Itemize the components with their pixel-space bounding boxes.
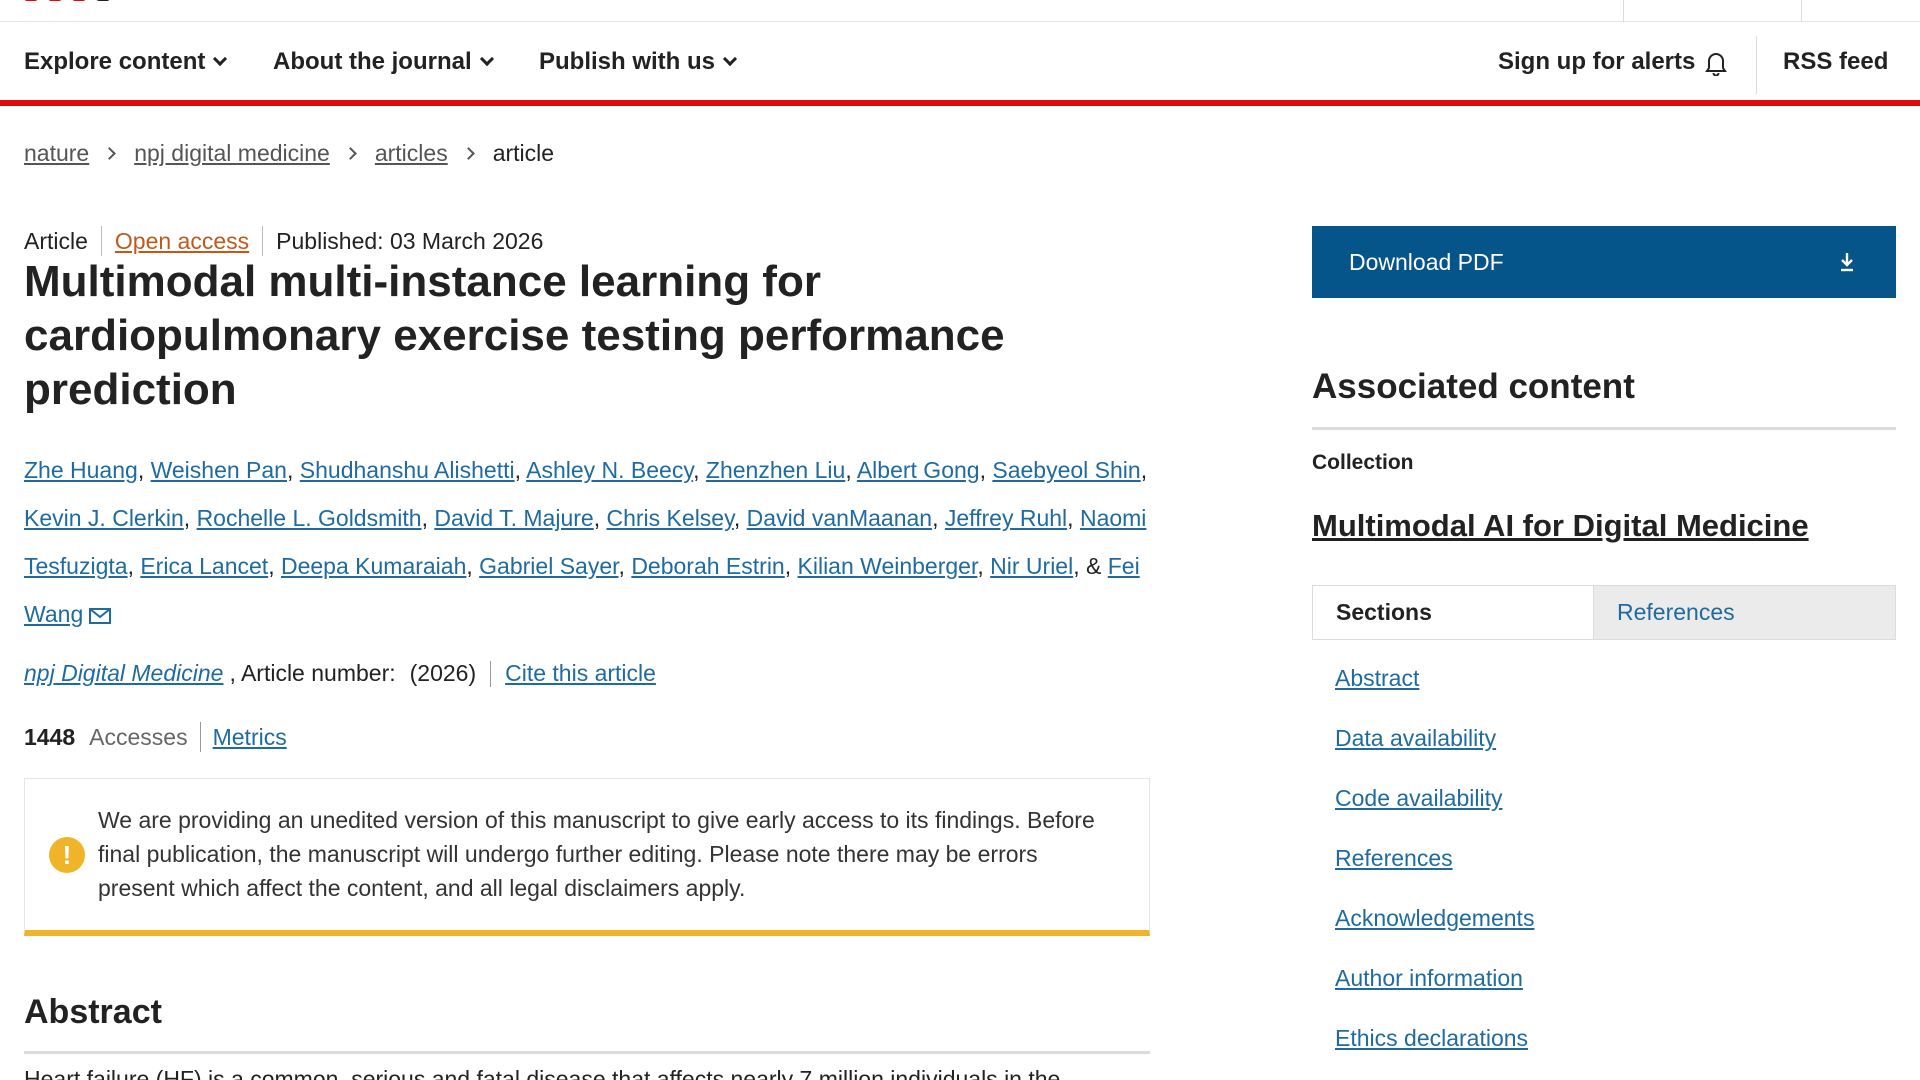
header-divider: [1623, 0, 1624, 22]
author-link[interactable]: Deepa Kumaraiah: [281, 553, 466, 579]
top-header-strip: [0, 0, 1920, 22]
download-pdf-label: Download PDF: [1349, 248, 1504, 275]
author-link[interactable]: Shudhanshu Alishetti: [300, 457, 515, 483]
associated-content-heading: Associated content: [1312, 367, 1635, 406]
author-link[interactable]: Ashley N. Beecy: [526, 457, 693, 483]
list-item: Acknowledgements: [1335, 905, 1534, 965]
meta-divider: [262, 226, 264, 256]
tab-sections[interactable]: Sections: [1313, 586, 1594, 639]
breadcrumb: nature npj digital medicine articles art…: [24, 140, 554, 167]
author-ampersand: &: [1086, 553, 1102, 579]
nav-publish-with-us[interactable]: Publish with us: [539, 48, 738, 76]
author-link[interactable]: Jeffrey Ruhl: [945, 505, 1067, 531]
open-access-link[interactable]: Open access: [115, 228, 249, 255]
section-link-data-availability[interactable]: Data availability: [1335, 725, 1496, 751]
sidebar-tabs: Sections References: [1312, 585, 1896, 640]
author-link[interactable]: Weishen Pan: [151, 457, 287, 483]
author-link[interactable]: Erica Lancet: [140, 553, 268, 579]
nav-explore-content-label: Explore content: [24, 48, 206, 75]
author-link[interactable]: Gabriel Sayer: [479, 553, 618, 579]
accesses-count: 1448: [24, 723, 76, 750]
download-icon: [1838, 250, 1856, 274]
abstract-text: Heart failure (HF) is a common, serious …: [24, 1066, 1061, 1080]
section-link-abstract[interactable]: Abstract: [1335, 665, 1419, 691]
rss-feed-label: RSS feed: [1783, 48, 1889, 75]
article-meta: Article Open access Published: 03 March …: [24, 226, 543, 256]
author-link[interactable]: Saebyeol Shin: [992, 457, 1140, 483]
author-link[interactable]: Kilian Weinberger: [798, 553, 978, 579]
list-item: Code availability: [1335, 785, 1534, 845]
bell-icon: [1705, 50, 1728, 77]
author-link[interactable]: Nir Uriel: [990, 553, 1073, 579]
list-item: Ethics declarations: [1335, 1025, 1534, 1080]
list-item: References: [1335, 845, 1534, 905]
author-list: Zhe Huang, Weishen Pan, Shudhanshu Alish…: [24, 457, 1148, 627]
nav-publish-label: Publish with us: [539, 48, 716, 75]
tab-references[interactable]: References: [1594, 586, 1895, 639]
nav-explore-content[interactable]: Explore content: [24, 48, 228, 76]
article-year: (2026): [409, 660, 477, 686]
main-navigation: Explore content About the journal Publis…: [0, 22, 1920, 106]
unedited-manuscript-notice: ! We are providing an unedited version o…: [24, 778, 1150, 936]
accesses-label: Accesses: [89, 723, 188, 750]
breadcrumb-nature[interactable]: nature: [24, 140, 89, 167]
author-link[interactable]: Zhenzhen Liu: [706, 457, 845, 483]
warning-icon: !: [49, 837, 85, 873]
download-pdf-button[interactable]: Download PDF: [1312, 226, 1896, 298]
cite-article-link[interactable]: Cite this article: [505, 660, 656, 687]
article-number-label: , Article number:: [229, 660, 396, 686]
metrics-line: 1448 Accesses Metrics: [24, 722, 287, 752]
collection-link[interactable]: Multimodal AI for Digital Medicine: [1312, 508, 1809, 544]
associated-divider: [1312, 427, 1896, 430]
site-logo[interactable]: [24, 0, 204, 4]
abstract-divider: [24, 1051, 1150, 1054]
nav-about-journal[interactable]: About the journal: [273, 48, 494, 76]
list-item: Author information: [1335, 965, 1534, 1025]
meta-divider: [100, 226, 102, 256]
breadcrumb-articles[interactable]: articles: [375, 140, 448, 167]
breadcrumb-current: article: [492, 140, 555, 166]
breadcrumb-journal[interactable]: npj digital medicine: [134, 140, 330, 167]
email-icon[interactable]: [89, 592, 112, 624]
chevron-down-icon: [479, 51, 494, 67]
section-link-acknowledgements[interactable]: Acknowledgements: [1335, 905, 1534, 931]
published-date: Published: 03 March 2026: [276, 227, 544, 254]
list-item: Data availability: [1335, 725, 1534, 785]
author-link[interactable]: Rochelle L. Goldsmith: [197, 505, 422, 531]
author-link[interactable]: Zhe Huang: [24, 457, 138, 483]
notice-text: We are providing an unedited version of …: [98, 807, 1095, 901]
sign-up-alerts-button[interactable]: Sign up for alerts: [1498, 48, 1728, 77]
metrics-link[interactable]: Metrics: [213, 724, 287, 751]
citation-divider: [490, 660, 492, 687]
section-link-ethics-declarations[interactable]: Ethics declarations: [1335, 1025, 1528, 1051]
section-link-author-information[interactable]: Author information: [1335, 965, 1523, 991]
nav-divider: [1756, 36, 1757, 94]
author-link[interactable]: Kevin J. Clerkin: [24, 505, 184, 531]
chevron-right-icon: [343, 147, 357, 160]
chevron-right-icon: [461, 147, 475, 160]
journal-link[interactable]: npj Digital Medicine: [24, 660, 223, 687]
author-link[interactable]: Albert Gong: [857, 457, 980, 483]
section-link-references[interactable]: References: [1335, 845, 1453, 871]
chevron-right-icon: [103, 147, 117, 160]
chevron-down-icon: [213, 51, 228, 67]
citation-line: npj Digital Medicine , Article number: (…: [24, 660, 656, 687]
rss-feed-link[interactable]: RSS feed: [1783, 48, 1888, 76]
author-link[interactable]: Deborah Estrin: [631, 553, 784, 579]
article-title: Multimodal multi-instance learning for c…: [24, 257, 1005, 414]
article-type: Article: [24, 227, 88, 254]
author-link[interactable]: David vanMaanan: [747, 505, 932, 531]
chevron-down-icon: [722, 51, 738, 67]
section-link-code-availability[interactable]: Code availability: [1335, 785, 1502, 811]
author-link[interactable]: David T. Majure: [434, 505, 593, 531]
nav-about-journal-label: About the journal: [273, 48, 472, 75]
sections-list: Abstract Data availability Code availabi…: [1335, 665, 1534, 1080]
collection-label: Collection: [1312, 451, 1414, 474]
author-link[interactable]: Chris Kelsey: [607, 505, 734, 531]
list-item: Abstract: [1335, 665, 1534, 725]
metrics-divider: [199, 722, 201, 752]
sign-up-alerts-label: Sign up for alerts: [1498, 48, 1696, 75]
header-divider: [1801, 0, 1802, 22]
abstract-heading: Abstract: [24, 993, 162, 1031]
